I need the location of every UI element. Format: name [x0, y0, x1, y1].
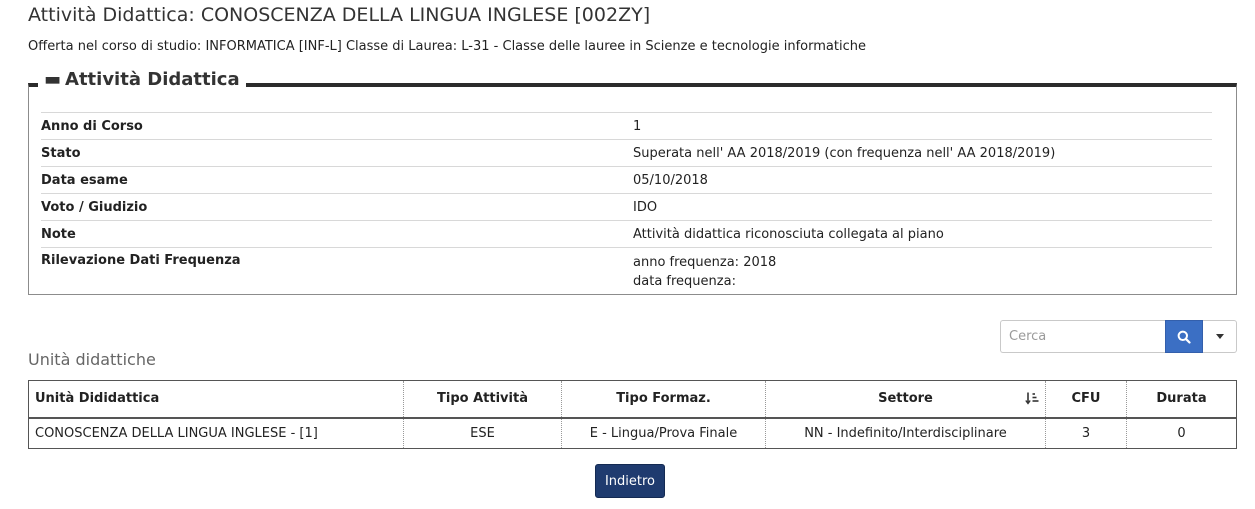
detail-row-note: Note Attività didattica riconosciuta col… — [41, 220, 1212, 247]
cell-tipo-formaz: E - Lingua/Prova Finale — [561, 417, 766, 449]
search-options-button[interactable] — [1203, 320, 1237, 353]
frequenza-data: data frequenza: — [633, 274, 736, 289]
detail-value: anno frequenza: 2018 data frequenza: — [633, 253, 1212, 291]
caret-down-icon — [1215, 334, 1224, 339]
section-title: Unità didattiche — [28, 350, 156, 369]
detail-row-anno: Anno di Corso 1 — [41, 112, 1212, 139]
detail-row-stato: Stato Superata nell' AA 2018/2019 (con f… — [41, 139, 1212, 166]
table-row: CONOSCENZA DELLA LINGUA INGLESE - [1] ES… — [28, 417, 1237, 449]
detail-label: Rilevazione Dati Frequenza — [41, 253, 241, 268]
cell-settore: NN - Indefinito/Interdisciplinare — [765, 417, 1046, 449]
search-button[interactable] — [1165, 320, 1203, 353]
col-header-settore-label: Settore — [878, 391, 933, 407]
back-button[interactable]: Indietro — [595, 464, 665, 498]
cell-durata: 0 — [1177, 425, 1186, 441]
units-table: Unità Dididattica Tipo Attività Tipo For… — [28, 380, 1237, 449]
detail-label: Data esame — [41, 172, 128, 188]
detail-value: 05/10/2018 — [633, 172, 708, 188]
col-header-tipo-formaz[interactable]: Tipo Formaz. — [561, 380, 766, 419]
detail-value: 1 — [633, 118, 642, 134]
col-header-unita[interactable]: Unità Dididattica — [28, 380, 404, 419]
detail-row-frequenza: Rilevazione Dati Frequenza anno frequenz… — [41, 247, 1212, 299]
detail-value: Superata nell' AA 2018/2019 (con frequen… — [633, 145, 1056, 161]
details-legend: ▬ Attività Didattica — [38, 69, 246, 90]
detail-label: Stato — [41, 145, 81, 161]
offer-line: Offerta nel corso di studio: INFORMATICA… — [28, 39, 866, 54]
col-header-cfu[interactable]: CFU — [1045, 380, 1127, 419]
table-header-row: Unità Dididattica Tipo Attività Tipo For… — [28, 380, 1237, 419]
cell-cfu: 3 — [1045, 417, 1127, 449]
cell-tipo-attivita: ESE — [403, 417, 562, 449]
search-icon — [1177, 330, 1191, 344]
col-header-durata[interactable]: Durata — [1126, 380, 1237, 419]
details-legend-label: Attività Didattica — [65, 69, 240, 90]
detail-value: IDO — [633, 199, 658, 215]
search-input[interactable] — [1000, 320, 1165, 353]
detail-row-data-esame: Data esame 05/10/2018 — [41, 166, 1212, 193]
detail-label: Voto / Giudizio — [41, 199, 148, 215]
detail-row-voto: Voto / Giudizio IDO — [41, 193, 1212, 220]
detail-label: Note — [41, 226, 76, 242]
search-group — [1000, 320, 1237, 353]
details-list: Anno di Corso 1 Stato Superata nell' AA … — [41, 112, 1212, 299]
detail-value: Attività didattica riconosciuta collegat… — [633, 226, 944, 242]
page-title: Attività Didattica: CONOSCENZA DELLA LIN… — [28, 4, 651, 26]
frequenza-anno: anno frequenza: 2018 — [633, 255, 777, 270]
cell-unita: CONOSCENZA DELLA LINGUA INGLESE - [1] — [28, 417, 404, 449]
detail-label: Anno di Corso — [41, 118, 143, 134]
sort-ascending-icon[interactable] — [1025, 392, 1039, 405]
col-header-tipo-attivita[interactable]: Tipo Attività — [403, 380, 562, 419]
col-header-settore[interactable]: Settore — [765, 380, 1046, 419]
